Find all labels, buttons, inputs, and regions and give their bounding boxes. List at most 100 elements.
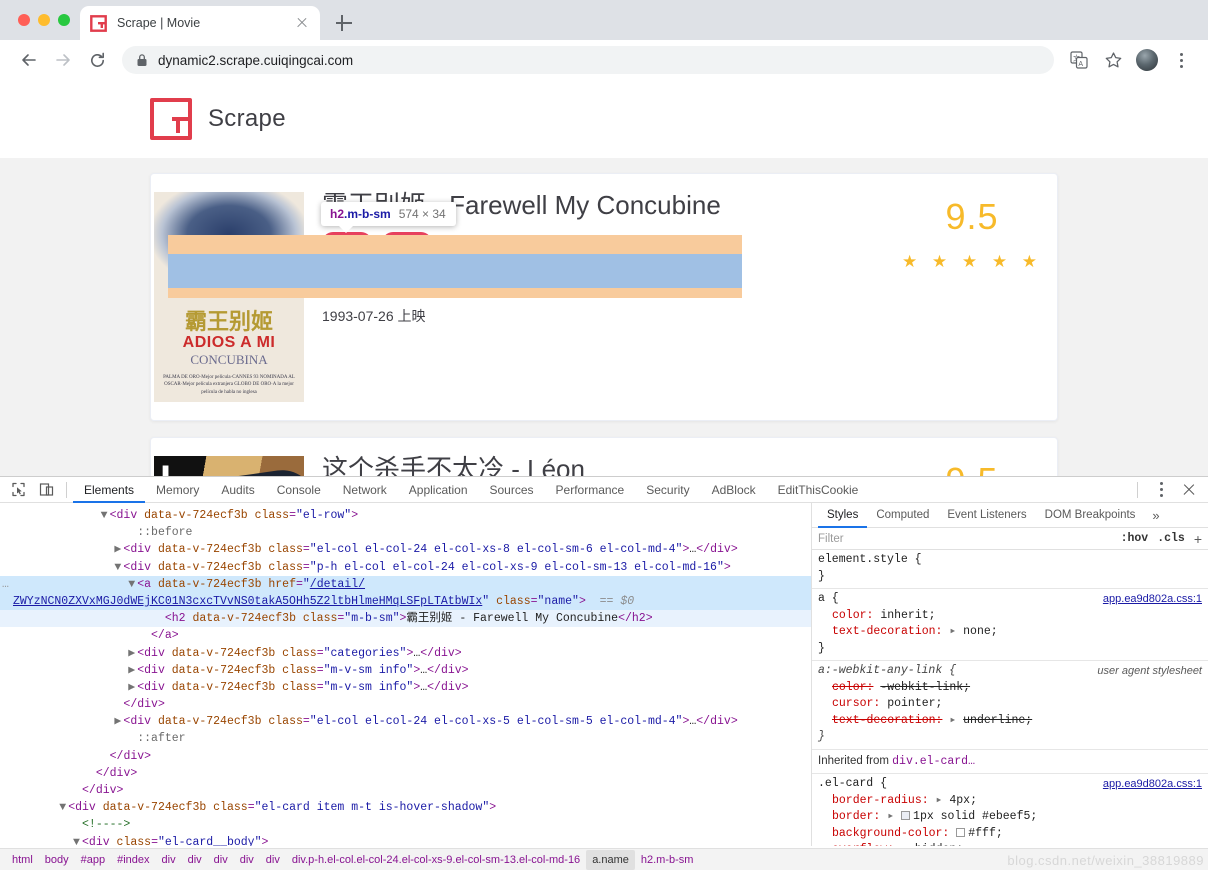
- breadcrumb-item[interactable]: div: [234, 850, 260, 870]
- tab-console[interactable]: Console: [266, 477, 332, 503]
- href-link[interactable]: /detail/: [310, 578, 365, 591]
- dom-tree[interactable]: ▼ <div data-v-724ecf3b class="el-row"> ::…: [0, 503, 812, 846]
- star-icon[interactable]: [1098, 45, 1128, 75]
- css-property[interactable]: text-decoration:: [818, 625, 942, 638]
- breadcrumb-item[interactable]: div: [182, 850, 208, 870]
- tab-editthiscookie[interactable]: EditThisCookie: [767, 477, 870, 503]
- minimize-window-button[interactable]: [38, 14, 50, 26]
- dom-tree-line[interactable]: </div>: [0, 748, 811, 765]
- disclosure-triangle-icon[interactable]: ▼: [128, 576, 137, 593]
- tab-application[interactable]: Application: [398, 477, 479, 503]
- color-swatch[interactable]: [956, 827, 966, 837]
- css-declaration[interactable]: text-decoration: ▸ underline;: [818, 713, 1202, 730]
- more-tabs-icon[interactable]: »: [1144, 508, 1167, 523]
- breadcrumb-item[interactable]: div: [156, 850, 182, 870]
- expand-triangle-icon[interactable]: ▸: [942, 714, 956, 727]
- expand-triangle-icon[interactable]: ▸: [929, 794, 943, 807]
- css-declaration[interactable]: color: inherit;: [818, 608, 1202, 625]
- css-value[interactable]: pointer;: [887, 697, 942, 710]
- tab-dom-breakpoints[interactable]: DOM Breakpoints: [1036, 503, 1145, 528]
- css-declaration[interactable]: overflow: ▸ hidden;: [818, 842, 1202, 846]
- tab-adblock[interactable]: AdBlock: [701, 477, 767, 503]
- movie-poster[interactable]: L: [154, 456, 304, 478]
- css-declaration[interactable]: text-decoration: ▸ none;: [818, 624, 1202, 641]
- dom-tree-line[interactable]: </a>: [0, 627, 811, 644]
- css-declaration[interactable]: cursor: pointer;: [818, 696, 1202, 713]
- dom-tree-line[interactable]: ▼ <div data-v-724ecf3b class="el-card ite…: [0, 799, 811, 816]
- tab-sources[interactable]: Sources: [479, 477, 545, 503]
- window-controls[interactable]: [18, 14, 70, 26]
- tab-memory[interactable]: Memory: [145, 477, 210, 503]
- dom-tree-line[interactable]: … ▼ <a data-v-724ecf3b href="/detail/: [0, 575, 811, 593]
- breadcrumb-item[interactable]: #index: [111, 850, 155, 870]
- css-value[interactable]: 4px;: [949, 794, 977, 807]
- css-property[interactable]: border:: [818, 810, 880, 823]
- css-value[interactable]: hidden;: [915, 843, 963, 846]
- css-property[interactable]: text-decoration:: [818, 714, 942, 727]
- css-rule[interactable]: element.style {}: [812, 550, 1208, 589]
- styles-filter-input[interactable]: Filter: [818, 533, 1112, 545]
- dom-tree-line[interactable]: ▼ <div data-v-724ecf3b class="el-row">: [0, 507, 811, 524]
- css-value[interactable]: -webkit-link;: [880, 681, 970, 694]
- maximize-window-button[interactable]: [58, 14, 70, 26]
- breadcrumb-item[interactable]: html: [6, 850, 39, 870]
- css-property[interactable]: background-color:: [818, 827, 949, 840]
- dom-tree-line[interactable]: ▶ <div data-v-724ecf3b class="m-v-sm info…: [0, 662, 811, 679]
- disclosure-triangle-icon[interactable]: ▶: [128, 645, 137, 662]
- hov-toggle-button[interactable]: :hov: [1121, 532, 1149, 545]
- css-property[interactable]: cursor:: [818, 697, 880, 710]
- css-rule[interactable]: app.ea9d802a.css:1 .el-card {border-radiu…: [812, 774, 1208, 846]
- dom-tree-line[interactable]: <!---->: [0, 816, 811, 833]
- css-property[interactable]: overflow:: [818, 843, 894, 846]
- css-value[interactable]: #fff;: [968, 827, 1003, 840]
- dom-tree-line[interactable]: <h2 data-v-724ecf3b class="m-b-sm">霸王别姬 …: [0, 610, 811, 628]
- inherited-element[interactable]: div.el-card…: [892, 755, 975, 768]
- breadcrumb-item[interactable]: a.name: [586, 849, 635, 870]
- expand-triangle-icon[interactable]: ▸: [942, 625, 956, 638]
- css-value[interactable]: 1px solid #ebeef5;: [913, 810, 1037, 823]
- dom-tree-line[interactable]: ▶ <div data-v-724ecf3b class="el-col el-c…: [0, 541, 811, 558]
- disclosure-triangle-icon[interactable]: ▼: [101, 507, 110, 524]
- css-value[interactable]: none;: [963, 625, 998, 638]
- device-toolbar-icon[interactable]: [32, 478, 60, 502]
- close-window-button[interactable]: [18, 14, 30, 26]
- browser-tab[interactable]: Scrape | Movie: [80, 6, 320, 40]
- close-icon[interactable]: [1178, 479, 1200, 501]
- css-declaration[interactable]: border: ▸ 1px solid #ebeef5;: [818, 809, 1202, 826]
- expand-ellipsis-icon[interactable]: …: [2, 576, 9, 593]
- disclosure-triangle-icon[interactable]: ▼: [73, 834, 82, 846]
- color-swatch[interactable]: [901, 811, 911, 820]
- breadcrumb-item[interactable]: div: [208, 850, 234, 870]
- css-source-link[interactable]: app.ea9d802a.css:1: [1103, 776, 1202, 793]
- disclosure-triangle-icon[interactable]: ▶: [128, 662, 137, 679]
- tab-performance[interactable]: Performance: [545, 477, 636, 503]
- css-declaration[interactable]: color: -webkit-link;: [818, 680, 1202, 697]
- css-rule[interactable]: app.ea9d802a.css:1 a {color: inherit; text…: [812, 589, 1208, 661]
- breadcrumb-item[interactable]: body: [39, 850, 75, 870]
- expand-triangle-icon[interactable]: ▸: [894, 843, 908, 846]
- inspect-element-icon[interactable]: [4, 478, 32, 502]
- dom-tree-line[interactable]: ::before: [0, 524, 811, 541]
- kebab-menu-icon[interactable]: [1146, 475, 1176, 505]
- css-value[interactable]: inherit;: [880, 609, 935, 622]
- dom-tree-line[interactable]: ▶ <div data-v-724ecf3b class="el-col el-c…: [0, 713, 811, 730]
- tab-audits[interactable]: Audits: [210, 477, 265, 503]
- css-property[interactable]: color:: [818, 609, 873, 622]
- dom-tree-line[interactable]: ZWYzNCN0ZXVxMGJ0dWEjKC01N3cxcTVvNS0takA5…: [0, 592, 811, 611]
- dom-tree-line[interactable]: </div>: [0, 765, 811, 782]
- new-style-rule-button[interactable]: +: [1194, 531, 1202, 547]
- tab-computed[interactable]: Computed: [867, 503, 938, 528]
- css-property[interactable]: color:: [818, 681, 873, 694]
- dom-tree-line[interactable]: </div>: [0, 782, 811, 799]
- dom-tree-line[interactable]: ▼ <div class="el-card__body">: [0, 834, 811, 846]
- close-icon[interactable]: [294, 15, 310, 31]
- back-arrow-icon[interactable]: [12, 43, 46, 77]
- reload-icon[interactable]: [80, 43, 114, 77]
- breadcrumb-item[interactable]: div: [260, 850, 286, 870]
- address-bar[interactable]: dynamic2.scrape.cuiqingcai.com: [122, 46, 1054, 74]
- dom-tree-line[interactable]: ▶ <div data-v-724ecf3b class="categories"…: [0, 645, 811, 662]
- disclosure-triangle-icon[interactable]: ▼: [59, 799, 68, 816]
- kebab-menu-icon[interactable]: [1166, 45, 1196, 75]
- movie-title-link[interactable]: 这个杀手不太冷 - Léon: [322, 452, 585, 478]
- dom-tree-line[interactable]: ▶ <div data-v-724ecf3b class="m-v-sm info…: [0, 679, 811, 696]
